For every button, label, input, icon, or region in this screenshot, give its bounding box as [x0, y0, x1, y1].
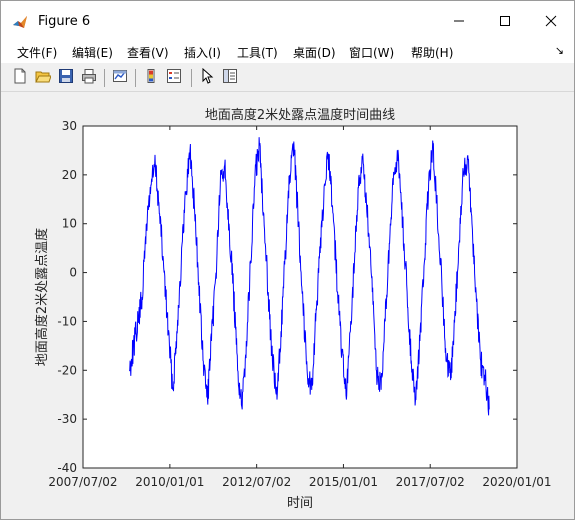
- y-tick-label: 20: [62, 168, 77, 182]
- menu-edit[interactable]: 编辑(E): [72, 44, 113, 61]
- y-tick-label: -40: [57, 461, 77, 475]
- menu-window[interactable]: 窗口(W): [349, 44, 394, 61]
- x-tick-label: 2020/01/01: [482, 475, 551, 489]
- chart-title: 地面高度2米处露点温度时间曲线: [205, 107, 395, 123]
- y-tick-label: -30: [57, 412, 77, 426]
- insert-legend-button[interactable]: [164, 68, 184, 88]
- y-tick-label: -10: [57, 314, 77, 328]
- pointer-icon: [199, 67, 215, 88]
- open-file-icon: [35, 68, 52, 88]
- y-tick-label: -20: [57, 363, 77, 377]
- toolbar-separator: [191, 69, 192, 87]
- menu-view[interactable]: 查看(V): [127, 44, 169, 61]
- x-tick-label: 2010/01/01: [135, 475, 204, 489]
- y-tick-label: 10: [62, 217, 77, 231]
- close-button[interactable]: [528, 1, 574, 41]
- insert-legend-icon: [166, 68, 182, 88]
- minimize-icon: [453, 15, 465, 27]
- x-tick-label: 2012/07/02: [222, 475, 291, 489]
- link-plot-icon: [112, 68, 128, 88]
- property-inspector-button[interactable]: [220, 68, 240, 88]
- chart[interactable]: -40 -30 -20 -10 0 10 20 30 2007/07/02 2010/01/01…: [2, 92, 573, 519]
- minimize-button[interactable]: [436, 1, 482, 41]
- matlab-figure-icon: [12, 14, 28, 30]
- maximize-button[interactable]: [482, 1, 528, 41]
- menu-file[interactable]: 文件(F): [17, 44, 57, 61]
- window-title: Figure 6: [38, 14, 91, 29]
- toolbar-separator: [135, 69, 136, 87]
- menu-overflow-arrow[interactable]: ↘: [555, 44, 564, 57]
- new-figure-button[interactable]: [10, 68, 30, 88]
- figure-canvas[interactable]: -40 -30 -20 -10 0 10 20 30 2007/07/02 2010/01/01…: [2, 92, 573, 519]
- maximize-icon: [499, 15, 511, 27]
- title-bar[interactable]: Figure 6: [1, 1, 574, 41]
- print-button[interactable]: [79, 68, 99, 88]
- insert-colorbar-button[interactable]: [141, 68, 161, 88]
- save-button[interactable]: [56, 68, 76, 88]
- menu-insert[interactable]: 插入(I): [184, 44, 221, 61]
- menu-help[interactable]: 帮助(H): [411, 44, 453, 61]
- x-axis-label: 时间: [287, 496, 313, 511]
- x-tick-label: 2015/01/01: [309, 475, 378, 489]
- link-plot-button[interactable]: [110, 68, 130, 88]
- x-tick-label: 2007/07/02: [48, 475, 117, 489]
- figure-window: Figure 6 文件(F) 编辑(E) 查看(V) 插入(I) 工具(T) 桌…: [0, 0, 575, 520]
- y-tick-label: 30: [62, 119, 77, 133]
- new-figure-icon: [12, 68, 28, 88]
- y-tick-label: 0: [69, 266, 77, 280]
- menu-bar: 文件(F) 编辑(E) 查看(V) 插入(I) 工具(T) 桌面(D) 窗口(W…: [1, 41, 574, 63]
- toolbar-separator: [104, 69, 105, 87]
- save-icon: [58, 68, 74, 88]
- y-axis-label: 地面高度2米处露点温度: [34, 228, 50, 366]
- x-tick-label: 2017/07/02: [396, 475, 465, 489]
- pointer-button[interactable]: [197, 67, 217, 88]
- open-file-button[interactable]: [33, 68, 53, 88]
- axes-box: [82, 125, 518, 469]
- insert-colorbar-icon: [143, 68, 159, 88]
- menu-tools[interactable]: 工具(T): [237, 44, 278, 61]
- menu-desktop[interactable]: 桌面(D): [293, 44, 336, 61]
- toolbar: [1, 63, 574, 92]
- property-inspector-icon: [222, 68, 238, 88]
- print-icon: [81, 68, 97, 88]
- close-icon: [545, 15, 557, 27]
